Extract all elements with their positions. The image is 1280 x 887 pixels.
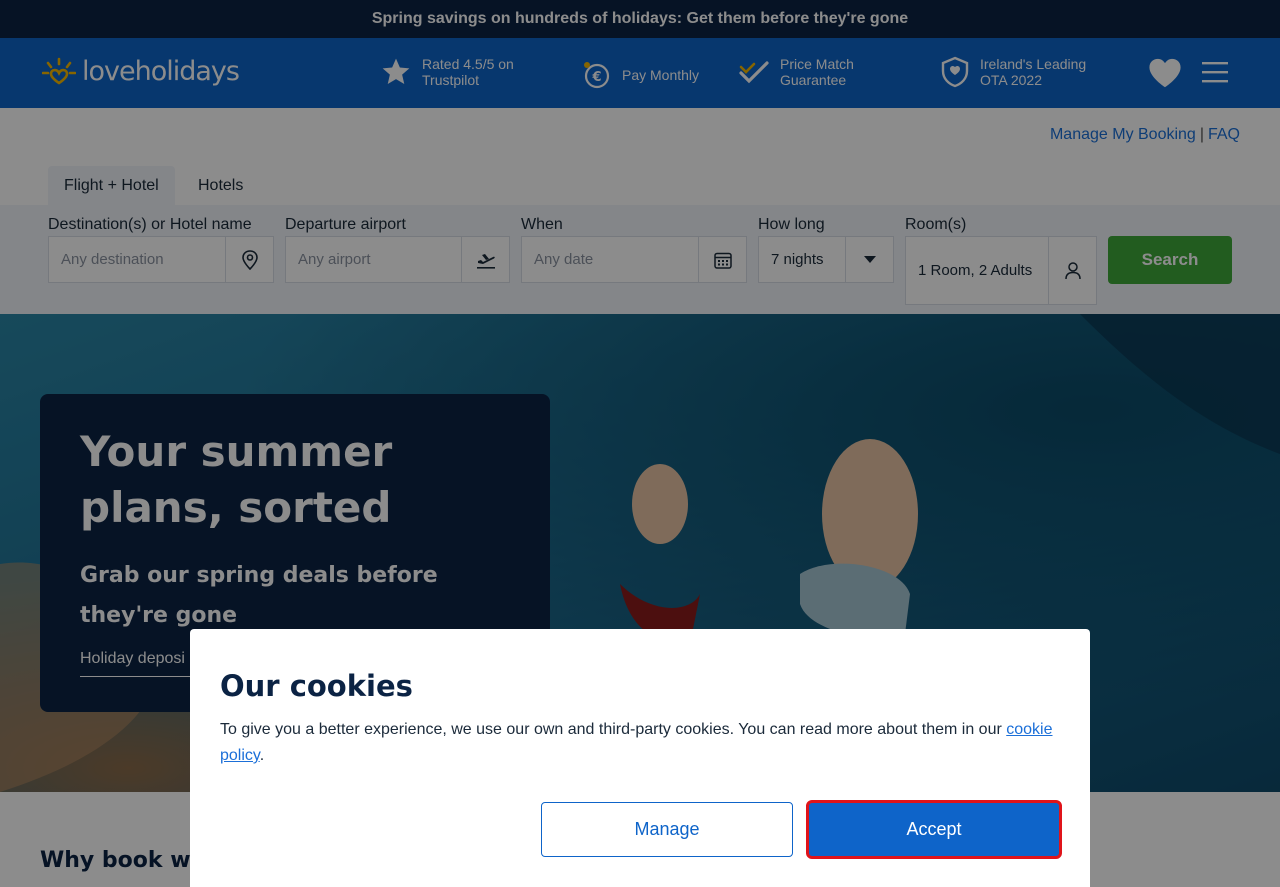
- cookie-text-body: To give you a better experience, we use …: [220, 721, 1007, 738]
- manage-cookies-button[interactable]: Manage: [541, 802, 793, 857]
- accept-cookies-button[interactable]: Accept: [806, 800, 1062, 859]
- cookie-text-end: .: [259, 747, 265, 764]
- cookie-modal: Our cookies To give you a better experie…: [190, 629, 1090, 887]
- cookie-title: Our cookies: [220, 669, 413, 703]
- cookie-text: To give you a better experience, we use …: [220, 717, 1060, 769]
